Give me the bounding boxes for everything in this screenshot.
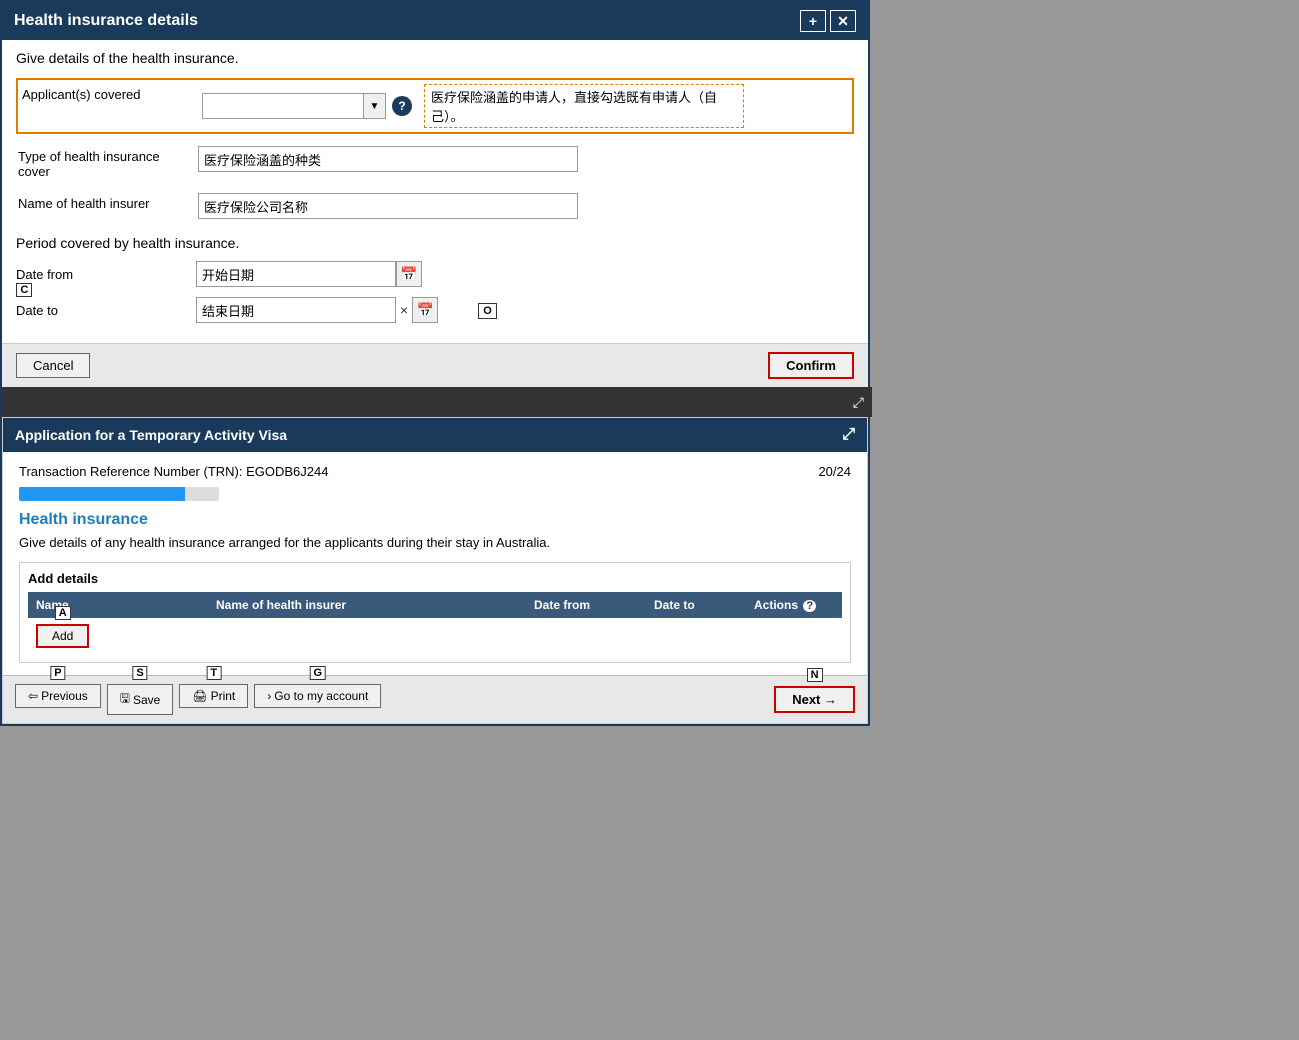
add-button[interactable]: Add xyxy=(36,624,89,648)
date-from-input[interactable] xyxy=(196,261,396,287)
applicants-control-area: ▼ ? 医疗保险涵盖的申请人，直接勾选既有申请人（自己）。 xyxy=(202,84,848,128)
trn-row: Transaction Reference Number (TRN): EGOD… xyxy=(19,464,851,479)
th-insurer: Name of health insurer xyxy=(216,598,534,612)
date-to-wrapper: × 📅 xyxy=(196,297,438,323)
date-to-input[interactable] xyxy=(196,297,396,323)
insurer-name-input[interactable] xyxy=(198,193,578,219)
close-modal-button[interactable]: ✕ xyxy=(830,10,856,32)
applicants-help-icon[interactable]: ? xyxy=(392,96,412,116)
insurance-type-input[interactable] xyxy=(198,146,578,172)
date-to-kb-wrap: C Da xyxy=(16,303,33,318)
page-expand-icon[interactable]: ⤢ xyxy=(842,426,855,444)
th-dateto: Date to xyxy=(654,598,754,612)
add-btn-kb-wrapper: A Add xyxy=(36,624,89,648)
insurance-type-row: Type of health insurance cover xyxy=(16,144,854,181)
date-to-row: C Da te to × 📅 O xyxy=(16,297,854,323)
th-actions: Actions ? xyxy=(754,598,834,612)
modal-description: Give details of the health insurance. xyxy=(16,50,854,66)
kb-n-label: N xyxy=(807,668,823,682)
insurer-name-row: Name of health insurer xyxy=(16,191,854,221)
trn-label: Transaction Reference Number (TRN): EGOD… xyxy=(19,464,328,479)
modal-title: Health insurance details xyxy=(14,12,198,30)
confirm-button[interactable]: Confirm xyxy=(768,352,854,379)
kb-s-label: S xyxy=(132,666,147,680)
th-datefrom: Date from xyxy=(534,598,654,612)
date-from-row: Date from 📅 xyxy=(16,261,854,287)
cancel-btn-wrapper: Cancel xyxy=(16,353,90,378)
insurer-name-label: Name of health insurer xyxy=(18,193,198,211)
prev-btn-wrapper: P ⇦ Previous xyxy=(15,684,101,715)
progress-bar-fill xyxy=(19,487,185,501)
add-btn-row: A Add xyxy=(28,618,842,654)
page-container: Application for a Temporary Activity Vis… xyxy=(2,417,868,724)
page-body: Transaction Reference Number (TRN): EGOD… xyxy=(3,452,867,675)
applicants-row: Applicant(s) covered ▼ ? 医疗保险涵盖的申请人，直接勾选… xyxy=(16,78,854,134)
kb-o-label: O xyxy=(478,303,497,319)
goto-btn-wrapper: G › Go to my account xyxy=(254,684,381,715)
applicants-annotation: 医疗保险涵盖的申请人，直接勾选既有申请人（自己）。 xyxy=(424,84,744,128)
date-to-label-text: Da xyxy=(16,303,33,318)
print-button[interactable]: 🖨 Print xyxy=(179,684,248,708)
add-details-title: Add details xyxy=(28,571,842,586)
health-insurance-desc: Give details of any health insurance arr… xyxy=(19,535,851,550)
next-btn-wrapper: N Next → xyxy=(774,686,855,713)
actions-help-icon[interactable]: ? xyxy=(803,600,816,612)
date-to-clear-button[interactable]: × xyxy=(396,302,412,318)
page-header-title: Application for a Temporary Activity Vis… xyxy=(15,427,287,443)
kb-p-label: P xyxy=(50,666,65,680)
applicants-dropdown-wrapper[interactable]: ▼ xyxy=(202,93,386,119)
save-btn-wrapper: S 🖫 Save xyxy=(107,684,174,715)
applicants-input[interactable] xyxy=(203,94,363,118)
date-from-label: Date from xyxy=(16,267,196,282)
insurer-name-control xyxy=(198,193,852,219)
health-insurance-modal: Health insurance details + ✕ Give detail… xyxy=(0,0,870,726)
next-button[interactable]: Next → xyxy=(774,686,855,713)
modal-header-buttons: + ✕ xyxy=(800,10,856,32)
previous-button[interactable]: ⇦ Previous xyxy=(15,684,101,708)
modal-body: Give details of the health insurance. Ap… xyxy=(2,40,868,343)
dropdown-arrow-icon[interactable]: ▼ xyxy=(363,94,385,118)
goto-account-button[interactable]: › Go to my account xyxy=(254,684,381,708)
print-btn-wrapper: T 🖨 Print xyxy=(179,684,248,715)
insurance-type-label: Type of health insurance cover xyxy=(18,146,198,179)
save-button[interactable]: 🖫 Save xyxy=(107,684,174,715)
bottom-nav: P ⇦ Previous S 🖫 Save T 🖨 Print G › Go t… xyxy=(3,675,867,723)
add-details-section: Add details Name Name of health insurer … xyxy=(19,562,851,663)
modal-header: Health insurance details + ✕ xyxy=(2,2,868,40)
progress-bar-container xyxy=(19,487,219,501)
kb-c-label: C xyxy=(16,283,32,297)
kb-a-label: A xyxy=(55,606,71,620)
table-header: Name Name of health insurer Date from Da… xyxy=(28,592,842,618)
period-section-title: Period covered by health insurance. xyxy=(16,235,854,251)
progress-label: 20/24 xyxy=(818,464,851,479)
main-page-area: Application for a Temporary Activity Vis… xyxy=(2,417,868,724)
add-record-button[interactable]: + xyxy=(800,10,826,32)
health-insurance-heading: Health insurance xyxy=(19,511,851,529)
expand-icon[interactable]: ⤢ xyxy=(853,394,864,411)
kb-t-label: T xyxy=(206,666,221,680)
applicants-label: Applicant(s) covered xyxy=(22,84,202,102)
modal-action-bar: Cancel Confirm xyxy=(2,343,868,387)
date-to-label: C Da te to xyxy=(16,303,196,318)
o-kb-wrapper: O xyxy=(478,302,497,319)
insurance-type-control xyxy=(198,146,852,172)
page-header: Application for a Temporary Activity Vis… xyxy=(3,418,867,452)
date-from-calendar-icon[interactable]: 📅 xyxy=(396,261,422,287)
bottom-nav-left: P ⇦ Previous S 🖫 Save T 🖨 Print G › Go t… xyxy=(15,684,381,715)
date-to-calendar-icon[interactable]: 📅 xyxy=(412,297,438,323)
kb-g-label: G xyxy=(310,666,327,680)
confirm-btn-wrapper: Confirm xyxy=(768,352,854,379)
cancel-button[interactable]: Cancel xyxy=(16,353,90,378)
date-from-wrapper: 📅 xyxy=(196,261,422,287)
dark-separator-bar: ⤢ xyxy=(2,387,872,417)
